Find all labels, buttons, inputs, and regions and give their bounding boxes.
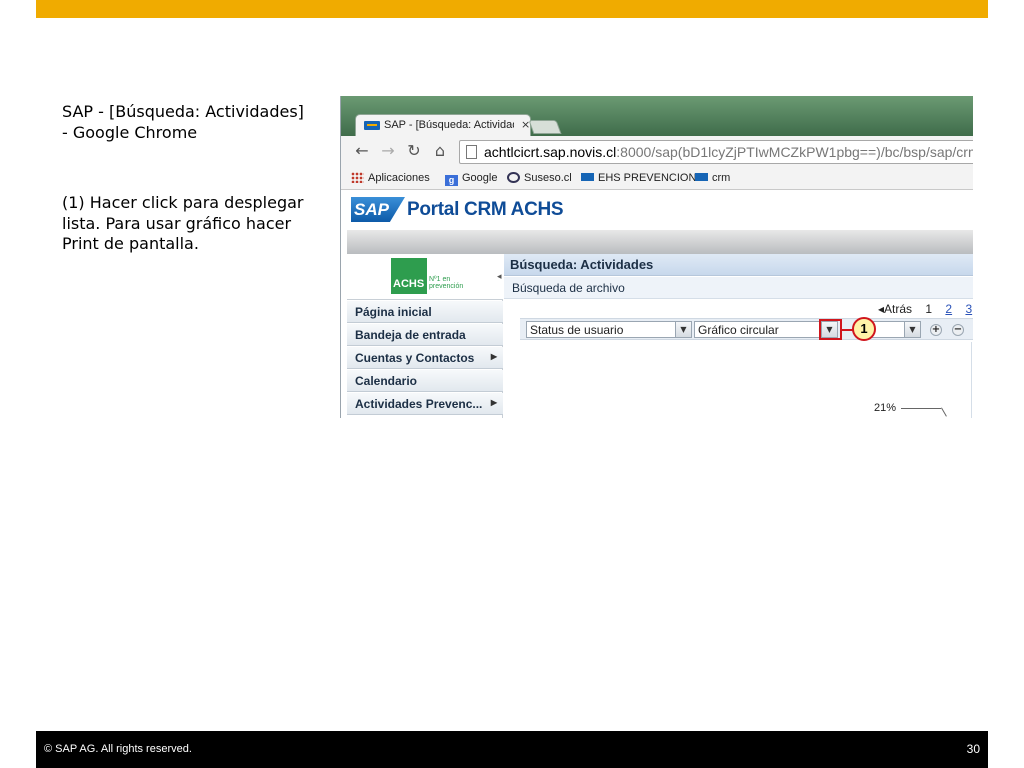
- slide-title: SAP - [Búsqueda: Actividades] - Google C…: [62, 102, 304, 142]
- sap-bookmark-icon: [695, 173, 708, 181]
- sub-title: Búsqueda de archivo: [512, 281, 625, 295]
- nav-item-actividades-prevencion[interactable]: Actividades Prevenc... ▶: [347, 393, 503, 415]
- content-area: Búsqueda: Actividades Búsqueda de archiv…: [504, 254, 973, 418]
- bookmark-ehs-prevencion[interactable]: EHS PREVENCION: [581, 172, 696, 184]
- bookmark-crm[interactable]: crm: [695, 172, 730, 184]
- bookmark-google[interactable]: g Google: [445, 172, 497, 186]
- portal-title: Portal CRM ACHS: [407, 199, 564, 220]
- apps-grid-icon: [351, 172, 364, 183]
- forward-arrow-icon[interactable]: →: [379, 142, 397, 160]
- pager-page-3[interactable]: 3: [965, 302, 972, 316]
- content-title: Búsqueda: Actividades: [510, 257, 654, 272]
- nav-item-pagina-inicial[interactable]: Página inicial: [347, 301, 503, 323]
- sub-header: Búsqueda de archivo: [504, 277, 973, 299]
- step-callout: 1: [852, 317, 876, 341]
- footer-bar: © SAP AG. All rights reserved. 30: [36, 731, 988, 768]
- browser-screenshot: SAP - [Búsqueda: Actividade × ← → ↻ ⌂ ac…: [340, 96, 973, 418]
- achs-logo: ACHS: [391, 258, 427, 294]
- portal-header: SAP Portal CRM ACHS: [347, 191, 973, 231]
- url-text: achtlcicrt.sap.novis.cl:8000/sap(bD1lcyZ…: [484, 144, 973, 160]
- pie-leader-line: [941, 407, 947, 417]
- chart-type-dropdown[interactable]: Gráfico circular: [694, 321, 822, 338]
- address-bar[interactable]: achtlcicrt.sap.novis.cl:8000/sap(bD1lcyZ…: [459, 140, 973, 164]
- copyright-text: © SAP AG. All rights reserved.: [44, 743, 192, 755]
- collapse-arrow-icon[interactable]: ◂: [497, 272, 502, 282]
- nav-item-cuentas-y-contactos[interactable]: Cuentas y Contactos ▶: [347, 347, 503, 369]
- content-header: Búsqueda: Actividades: [504, 254, 973, 276]
- chevron-down-icon[interactable]: ▼: [904, 321, 921, 338]
- sap-favicon-icon: [364, 121, 380, 130]
- status-dropdown[interactable]: Status de usuario: [526, 321, 676, 338]
- nav-item-bandeja-de-entrada[interactable]: Bandeja de entrada: [347, 324, 503, 346]
- back-arrow-icon[interactable]: ←: [353, 142, 371, 160]
- page-icon: [466, 145, 477, 159]
- browser-toolbar: ← → ↻ ⌂ achtlcicrt.sap.novis.cl:8000/sap…: [341, 136, 973, 168]
- pager-back-link[interactable]: ◂Atrás: [878, 302, 912, 316]
- pager-page-1[interactable]: 1: [925, 302, 932, 316]
- browser-frame: SAP - [Búsqueda: Actividade ×: [341, 96, 973, 136]
- sap-bookmark-icon: [581, 173, 594, 181]
- add-icon[interactable]: +: [930, 324, 942, 336]
- highlight-box: [819, 319, 842, 340]
- google-icon: g: [445, 175, 458, 186]
- tab-title: SAP - [Búsqueda: Actividade: [384, 119, 514, 131]
- bookmark-aplicaciones[interactable]: Aplicaciones: [351, 172, 430, 184]
- pie-leader-line: [901, 408, 941, 409]
- remove-icon[interactable]: −: [952, 324, 964, 336]
- achs-tagline: Nº1 en prevención: [429, 276, 464, 290]
- submenu-arrow-icon: ▶: [490, 352, 497, 361]
- chart-selector-bar: Status de usuario ▼ Gráfico circular ▼ ▼…: [520, 317, 973, 341]
- slide-instruction: (1) Hacer click para desplegar lista. Pa…: [62, 193, 304, 253]
- browser-tab[interactable]: SAP - [Búsqueda: Actividade ×: [355, 114, 531, 136]
- suseso-icon: [507, 172, 520, 183]
- achs-logo-area: ACHS Nº1 en prevención ◂: [347, 254, 503, 300]
- pager-page-2[interactable]: 2: [945, 302, 952, 316]
- submenu-arrow-icon: ▶: [490, 398, 497, 407]
- top-accent-bar: [36, 0, 988, 18]
- chevron-down-icon[interactable]: ▼: [675, 321, 692, 338]
- nav-item-calendario[interactable]: Calendario: [347, 370, 503, 392]
- pager: ◂Atrás 1 2 3: [878, 302, 972, 316]
- left-navigation: ACHS Nº1 en prevención ◂ Página inicial …: [347, 254, 503, 418]
- page-number: 30: [966, 742, 980, 756]
- portal-nav-bar: [347, 230, 973, 254]
- sap-logo: SAP: [351, 197, 405, 222]
- bookmark-suseso[interactable]: Suseso.cl: [507, 172, 572, 184]
- bookmarks-bar: Aplicaciones g Google Suseso.cl EHS PREVE…: [341, 168, 973, 190]
- chart-edge: [971, 342, 972, 418]
- home-icon[interactable]: ⌂: [431, 142, 449, 160]
- pie-percent-label: 21%: [874, 402, 897, 414]
- new-tab-button[interactable]: [528, 120, 562, 134]
- reload-icon[interactable]: ↻: [405, 142, 423, 160]
